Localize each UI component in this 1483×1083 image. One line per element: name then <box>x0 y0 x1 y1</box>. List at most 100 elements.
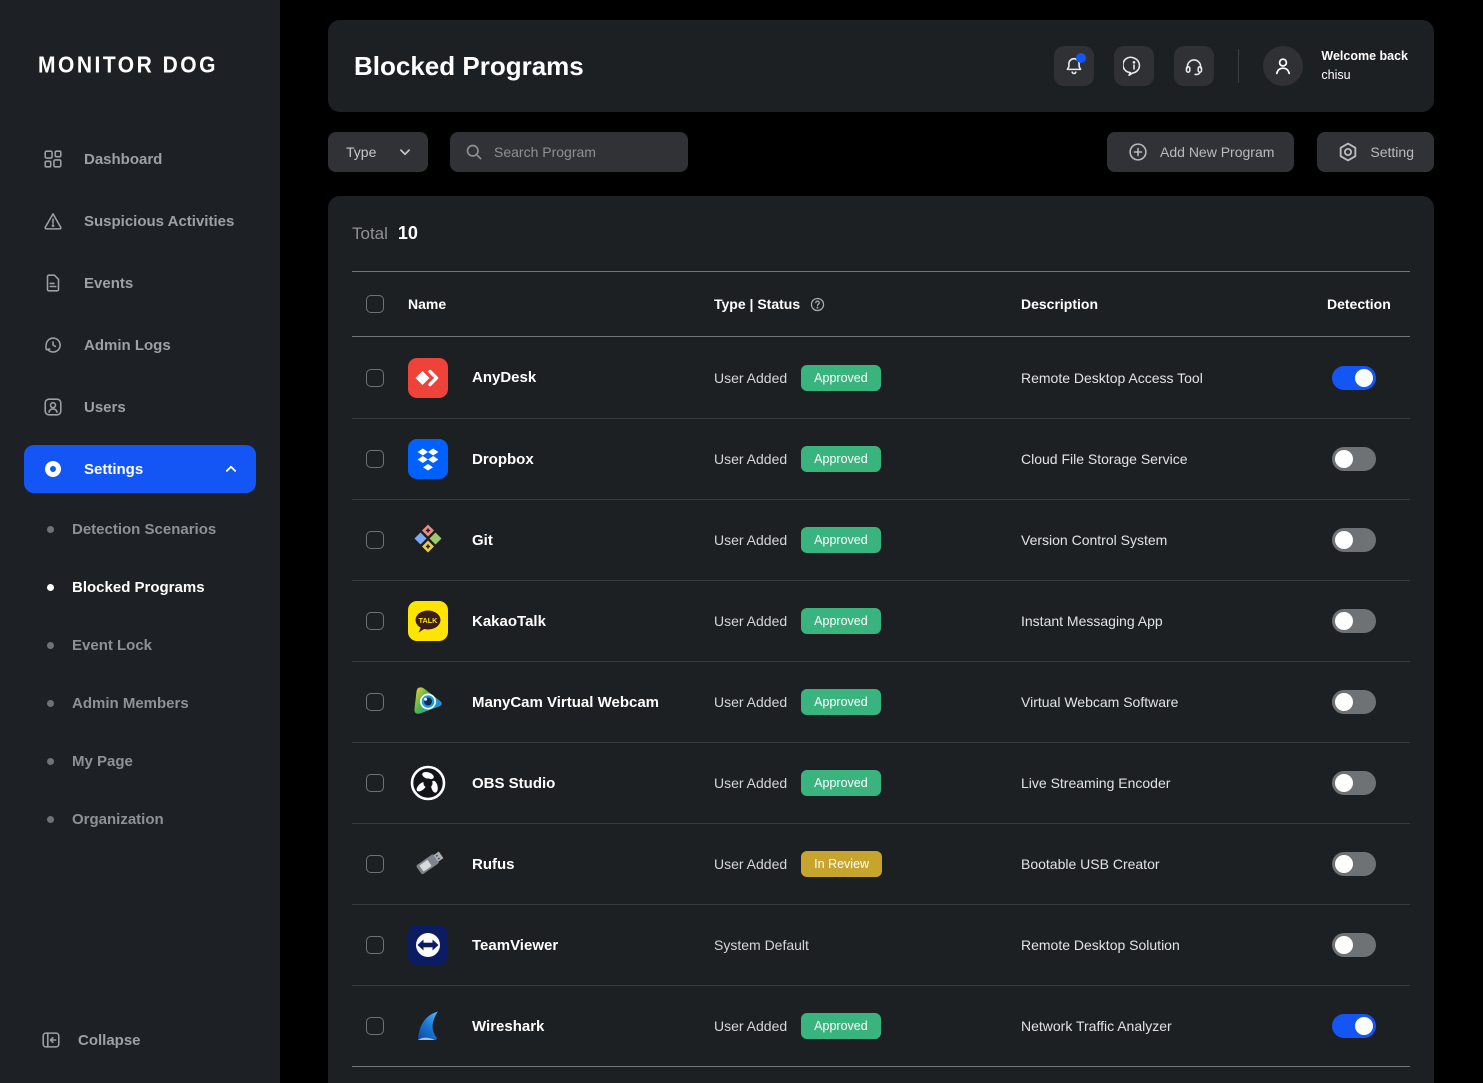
bullet-dot <box>47 700 54 707</box>
detection-toggle[interactable] <box>1332 852 1376 876</box>
table-header-row: Name Type | Status Description Detection <box>352 271 1410 337</box>
row-checkbox[interactable] <box>366 531 384 549</box>
document-icon <box>42 272 64 294</box>
detection-toggle[interactable] <box>1332 366 1376 390</box>
svg-text:TALK: TALK <box>419 616 438 625</box>
total-value: 10 <box>398 223 418 244</box>
sidebar-item-admin-members[interactable]: Admin Members <box>0 674 280 732</box>
avatar[interactable] <box>1263 46 1303 86</box>
type-filter-dropdown[interactable]: Type <box>328 132 428 172</box>
sidebar-item-settings[interactable]: Settings <box>24 445 256 493</box>
program-type: User Added <box>714 532 787 548</box>
sidebar-item-users[interactable]: Users <box>0 376 280 438</box>
program-name: Git <box>472 532 493 549</box>
bullet-dot <box>47 816 54 823</box>
dashboard-icon <box>42 148 64 170</box>
program-description: Remote Desktop Solution <box>1021 937 1327 953</box>
program-name: Rufus <box>472 856 515 873</box>
column-header-type-status: Type | Status <box>714 296 800 312</box>
warning-icon <box>42 210 64 232</box>
setting-button[interactable]: Setting <box>1317 132 1434 172</box>
program-name: Dropbox <box>472 451 534 468</box>
sidebar: MONITOR DOG Dashboard Suspicious Activit… <box>0 0 280 1083</box>
add-new-program-label: Add New Program <box>1160 144 1274 160</box>
info-button[interactable] <box>1114 46 1154 86</box>
sidebar-item-label: Admin Logs <box>84 337 171 354</box>
add-new-program-button[interactable]: Add New Program <box>1107 132 1294 172</box>
program-description: Bootable USB Creator <box>1021 856 1327 872</box>
detection-toggle[interactable] <box>1332 771 1376 795</box>
table-bottom-divider <box>352 1066 1410 1076</box>
brand-logo: MONITOR DOG <box>0 0 280 79</box>
program-type: User Added <box>714 694 787 710</box>
detection-toggle[interactable] <box>1332 933 1376 957</box>
program-name: AnyDesk <box>472 369 536 386</box>
row-checkbox[interactable] <box>366 612 384 630</box>
sidebar-item-my-page[interactable]: My Page <box>0 732 280 790</box>
status-badge: Approved <box>801 446 881 472</box>
program-description: Network Traffic Analyzer <box>1021 1018 1327 1034</box>
sidebar-item-suspicious-activities[interactable]: Suspicious Activities <box>0 190 280 252</box>
wireshark-app-icon <box>408 1006 448 1046</box>
detection-toggle[interactable] <box>1332 447 1376 471</box>
sidebar-item-events[interactable]: Events <box>0 252 280 314</box>
row-checkbox[interactable] <box>366 936 384 954</box>
type-filter-label: Type <box>346 144 376 160</box>
row-checkbox[interactable] <box>366 774 384 792</box>
program-description: Cloud File Storage Service <box>1021 451 1327 467</box>
detection-toggle[interactable] <box>1332 609 1376 633</box>
column-header-name: Name <box>408 296 714 312</box>
table-row: TeamViewer System Default Remote Desktop… <box>352 904 1410 985</box>
row-checkbox[interactable] <box>366 369 384 387</box>
status-badge: Approved <box>801 365 881 391</box>
search-box[interactable] <box>450 132 688 172</box>
row-checkbox[interactable] <box>366 1017 384 1035</box>
detection-toggle[interactable] <box>1332 1014 1376 1038</box>
git-app-icon <box>408 520 448 560</box>
sidebar-item-label: Events <box>84 275 133 292</box>
program-name: Wireshark <box>472 1018 544 1035</box>
select-all-checkbox[interactable] <box>366 295 384 313</box>
subnav-label: Admin Members <box>72 695 189 712</box>
status-badge: Approved <box>801 689 881 715</box>
status-badge: Approved <box>801 1013 881 1039</box>
sidebar-item-event-lock[interactable]: Event Lock <box>0 616 280 674</box>
bullet-dot <box>47 526 54 533</box>
collapse-sidebar-button[interactable]: Collapse <box>40 1029 141 1051</box>
chevron-down-icon <box>396 143 414 161</box>
sidebar-item-admin-logs[interactable]: Admin Logs <box>0 314 280 376</box>
support-button[interactable] <box>1174 46 1214 86</box>
manycam-app-icon <box>408 682 448 722</box>
rufus-app-icon <box>408 844 448 884</box>
table-row: AnyDesk User Added Approved Remote Deskt… <box>352 337 1410 418</box>
collapse-icon <box>40 1029 62 1051</box>
program-name: ManyCam Virtual Webcam <box>472 694 659 711</box>
notifications-button[interactable] <box>1054 46 1094 86</box>
sidebar-item-organization[interactable]: Organization <box>0 790 280 848</box>
sidebar-item-detection-scenarios[interactable]: Detection Scenarios <box>0 500 280 558</box>
hex-gear-icon <box>1337 141 1359 163</box>
sidebar-item-dashboard[interactable]: Dashboard <box>0 128 280 190</box>
sidebar-item-label: Users <box>84 399 126 416</box>
search-input[interactable] <box>494 144 654 160</box>
table-row: Dropbox User Added Approved Cloud File S… <box>352 418 1410 499</box>
table-body: AnyDesk User Added Approved Remote Deskt… <box>352 337 1410 1066</box>
anydesk-app-icon <box>408 358 448 398</box>
program-type: User Added <box>714 856 787 872</box>
app-root: MONITOR DOG Dashboard Suspicious Activit… <box>0 0 1483 1083</box>
detection-toggle[interactable] <box>1332 528 1376 552</box>
detection-toggle[interactable] <box>1332 690 1376 714</box>
bullet-dot <box>47 642 54 649</box>
row-checkbox[interactable] <box>366 450 384 468</box>
dropbox-app-icon <box>408 439 448 479</box>
user-icon <box>42 396 64 418</box>
blocked-programs-table: Total 10 Name Type | Status Description … <box>328 196 1434 1083</box>
program-description: Virtual Webcam Software <box>1021 694 1327 710</box>
program-description: Remote Desktop Access Tool <box>1021 370 1327 386</box>
help-circle-icon[interactable] <box>809 296 826 313</box>
sidebar-item-label: Settings <box>84 461 143 478</box>
sidebar-item-blocked-programs[interactable]: Blocked Programs <box>0 558 280 616</box>
welcome-line1: Welcome back <box>1321 47 1408 66</box>
row-checkbox[interactable] <box>366 855 384 873</box>
row-checkbox[interactable] <box>366 693 384 711</box>
